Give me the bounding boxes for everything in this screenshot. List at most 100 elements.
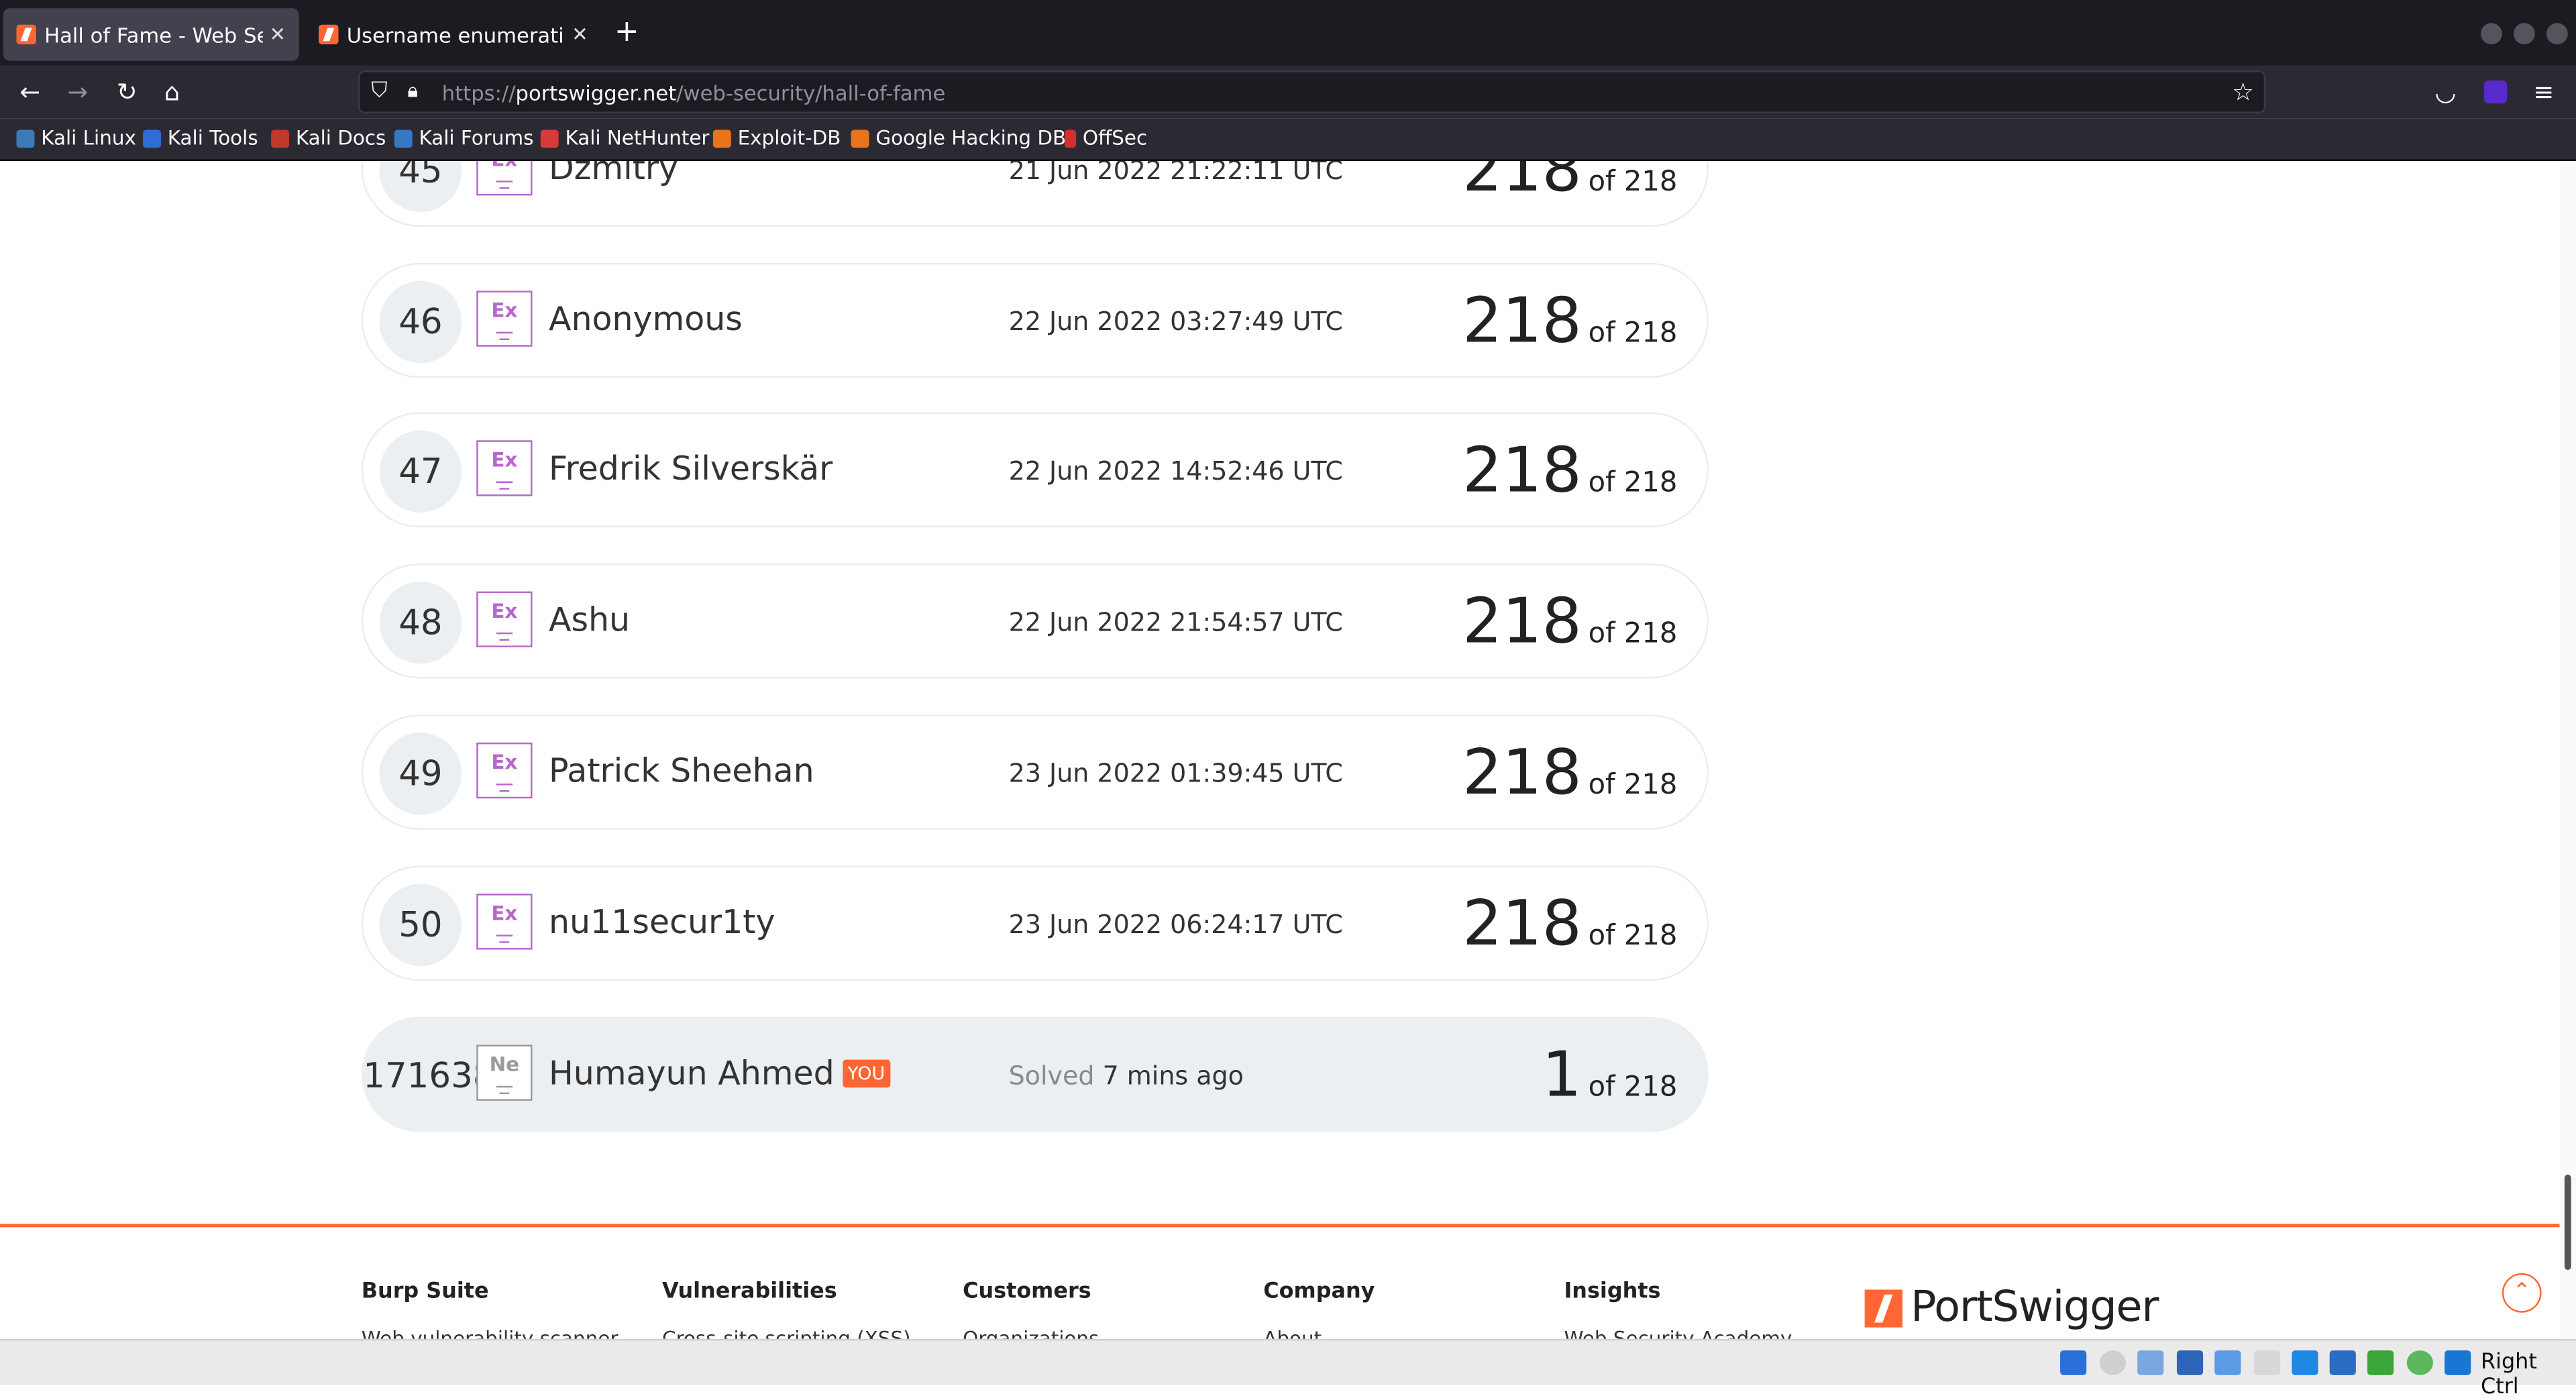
current-user-row: 171638 Ne Humayun Ahmed YOU Solved 7 mins… <box>361 1016 1709 1132</box>
bookmark-exploit-db[interactable]: Exploit-DB <box>712 127 841 150</box>
footer-divider <box>0 1224 2560 1228</box>
user-name: Anonymous <box>548 299 743 339</box>
user-name: Humayun Ahmed YOU <box>549 1053 890 1093</box>
close-tab-icon[interactable]: ✕ <box>572 23 588 46</box>
you-badge: YOU <box>842 1059 890 1088</box>
tracking-shield-icon[interactable]: ⛉ <box>371 79 387 104</box>
display-icon[interactable] <box>2254 1350 2281 1375</box>
back-arrow-icon[interactable]: ← <box>19 77 40 107</box>
footer-link[interactable]: Web Security Academy <box>1564 1328 1792 1339</box>
footer-heading-customers: Customers <box>963 1279 1091 1305</box>
scrollbar-thumb[interactable] <box>2564 1175 2571 1271</box>
mouse-integration-icon[interactable] <box>2445 1350 2471 1375</box>
portswigger-favicon-icon <box>319 24 339 45</box>
tab-title: Username enumeration vi <box>346 22 566 47</box>
footer-heading-company: Company <box>1263 1279 1375 1305</box>
expert-badge-icon: Ex <box>476 591 533 647</box>
bookmark-offsec[interactable]: OffSec <box>1064 127 1147 150</box>
bookmark-kali-docs[interactable]: Kali Docs <box>271 127 386 150</box>
user-name: nu11secur1ty <box>548 902 775 942</box>
close-window-icon[interactable] <box>2546 23 2568 45</box>
portswigger-logo[interactable]: PortSwigger <box>1864 1283 2159 1332</box>
footer-link[interactable]: Web vulnerability scanner <box>362 1328 619 1339</box>
usb-icon[interactable] <box>2137 1350 2164 1375</box>
menu-hamburger-icon[interactable]: ≡ <box>2533 77 2554 107</box>
score: 218 of 218 <box>1462 161 1678 206</box>
rank-number: 47 <box>379 430 462 513</box>
solved-time: Solved 7 mins ago <box>1008 1061 1244 1091</box>
home-icon[interactable]: ⌂ <box>164 77 180 107</box>
user-name: Fredrik Silverskär <box>548 448 833 488</box>
lock-icon[interactable]: 🔒︎ <box>407 79 418 104</box>
footer-link[interactable]: Organizations <box>963 1328 1099 1339</box>
completion-date: 22 Jun 2022 03:27:49 UTC <box>1008 307 1343 337</box>
close-tab-icon[interactable]: ✕ <box>269 23 286 46</box>
rank-number: 46 <box>379 280 462 364</box>
guest-additions-icon[interactable] <box>2406 1350 2433 1375</box>
portswigger-favicon-icon <box>16 24 36 45</box>
bookmarks-toolbar: Kali Linux Kali Tools Kali Docs Kali For… <box>0 118 2576 162</box>
user-name: Ashu <box>548 599 631 639</box>
leaderboard-row: 45 Ex Dzmitry 21 Jun 2022 21:22:11 UTC 2… <box>361 161 1709 227</box>
minimize-window-icon[interactable] <box>2480 23 2502 45</box>
newbie-badge-icon: Ne <box>476 1044 533 1101</box>
score: 218 of 218 <box>1462 887 1678 960</box>
bookmark-kali-forums[interactable]: Kali Forums <box>394 127 533 150</box>
bookmark-star-icon[interactable]: ☆ <box>2232 77 2254 107</box>
optical-drive-icon[interactable] <box>2099 1350 2127 1375</box>
vm-status-bar: Right Ctrl <box>0 1338 2576 1400</box>
expert-badge-icon: Ex <box>476 161 533 196</box>
user-name: Patrick Sheehan <box>548 751 814 790</box>
bookmark-kali-tools[interactable]: Kali Tools <box>143 127 258 150</box>
maximize-window-icon[interactable] <box>2513 23 2535 45</box>
completion-date: 23 Jun 2022 06:24:17 UTC <box>1008 910 1343 940</box>
kali-docs-icon <box>271 129 290 148</box>
kali-tools-icon <box>143 129 162 148</box>
footer-link[interactable]: About <box>1263 1328 1322 1339</box>
disk-icon[interactable] <box>2060 1350 2087 1375</box>
reload-icon[interactable]: ↻ <box>117 77 138 107</box>
footer-heading-burp-suite: Burp Suite <box>361 1279 489 1305</box>
expert-badge-icon: Ex <box>476 290 533 347</box>
extension-icon[interactable] <box>2483 80 2508 104</box>
exploit-db-icon <box>712 129 731 148</box>
completion-date: 22 Jun 2022 14:52:46 UTC <box>1008 456 1343 486</box>
url-text[interactable]: https://portswigger.net/web-security/hal… <box>442 80 946 105</box>
leaderboard-row: 47 Ex Fredrik Silverskär 22 Jun 2022 14:… <box>361 412 1709 528</box>
navigation-toolbar: ← → ↻ ⌂ ⛉ 🔒︎ https://portswigger.net/web… <box>0 65 2576 119</box>
footer-heading-vulnerabilities: Vulnerabilities <box>661 1279 837 1305</box>
network-icon[interactable] <box>2176 1350 2204 1375</box>
recording-icon[interactable] <box>2329 1350 2356 1375</box>
user-name: Dzmitry <box>548 161 679 188</box>
scrollbar-track[interactable] <box>2559 161 2576 1339</box>
address-bar[interactable]: ⛉ 🔒︎ https://portswigger.net/web-securit… <box>358 70 2266 113</box>
scroll-to-top-icon[interactable]: ⌃ <box>2502 1273 2542 1313</box>
screen-icon[interactable] <box>2292 1350 2318 1375</box>
rank-number: 50 <box>379 883 462 967</box>
forward-arrow-icon[interactable]: → <box>67 77 88 107</box>
leaderboard-row: 48 Ex Ashu 22 Jun 2022 21:54:57 UTC 218 o… <box>361 563 1709 679</box>
leaderboard-row: 50 Ex nu11secur1ty 23 Jun 2022 06:24:17 … <box>361 865 1709 981</box>
tab-username-enumeration[interactable]: Username enumeration vi ✕ <box>306 8 602 60</box>
shared-folders-icon[interactable] <box>2214 1350 2241 1375</box>
rank-number: 49 <box>379 733 462 815</box>
score: 218 of 218 <box>1462 736 1678 808</box>
footer-heading-insights: Insights <box>1564 1279 1661 1305</box>
bookmark-google-hacking-db[interactable]: Google Hacking DB <box>851 127 1066 150</box>
bookmark-kali-nethunter[interactable]: Kali NetHunter <box>540 127 710 150</box>
footer-link[interactable]: Cross-site scripting (XSS) <box>662 1328 911 1339</box>
completion-date: 22 Jun 2022 21:54:57 UTC <box>1008 608 1343 638</box>
rank-number: 171638 <box>363 1056 495 1096</box>
leaderboard-row: 49 Ex Patrick Sheehan 23 Jun 2022 01:39:… <box>361 714 1709 830</box>
cpu-icon[interactable] <box>2367 1350 2394 1375</box>
tab-strip: Hall of Fame - Web Secur ✕ Username enum… <box>0 0 2576 66</box>
rank-number: 45 <box>379 161 462 212</box>
ghdb-icon <box>851 129 869 148</box>
pocket-icon[interactable]: ◡ <box>2434 77 2456 107</box>
offsec-icon <box>1064 129 1077 148</box>
bookmark-kali-linux[interactable]: Kali Linux <box>16 127 136 150</box>
kali-dragon-icon <box>16 129 35 148</box>
new-tab-icon[interactable]: + <box>614 15 639 49</box>
score: 218 of 218 <box>1462 584 1678 657</box>
tab-hall-of-fame[interactable]: Hall of Fame - Web Secur ✕ <box>3 8 299 61</box>
